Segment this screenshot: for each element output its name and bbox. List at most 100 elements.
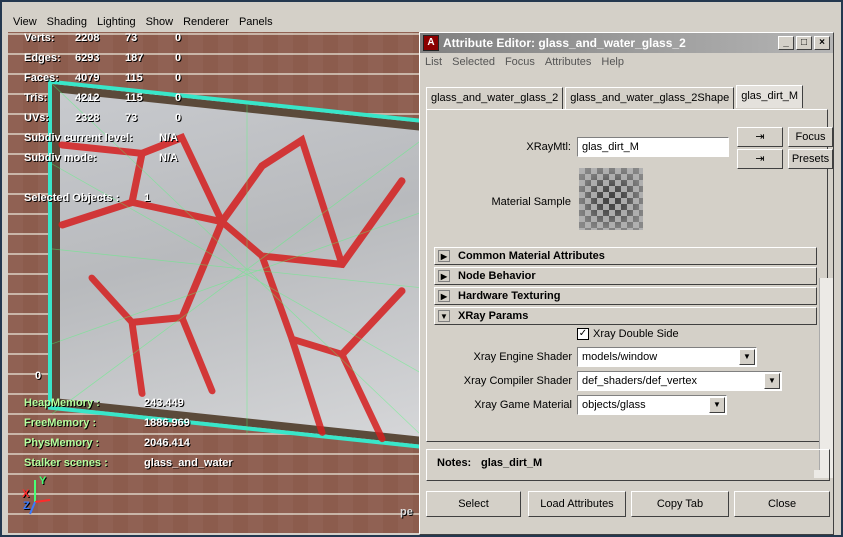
section-label: Node Behavior: [458, 270, 536, 282]
chevron-down-icon: ▼: [709, 397, 725, 413]
3d-viewport[interactable]: Verts: 2208 73 0 Edges: 6293 187 0 Faces…: [8, 32, 420, 533]
menu-help[interactable]: Help: [596, 56, 629, 68]
phys-memory-value: 2046.414: [144, 437, 190, 449]
notes-panel: Notes: glas_dirt_M: [426, 449, 830, 481]
maya-app-icon: A: [423, 35, 439, 51]
presets-button[interactable]: Presets: [788, 149, 833, 169]
stat-value: 187: [125, 52, 144, 64]
stat-label: UVs:: [24, 112, 50, 124]
close-icon[interactable]: ×: [814, 36, 830, 50]
material-panel: XRayMtl: ⇥ ⇥ Focus Presets Material Samp…: [426, 109, 833, 478]
xray-mtl-label: XRayMtl:: [526, 141, 571, 153]
stat-value: 4212: [75, 92, 100, 104]
chevron-down-icon: ▼: [764, 373, 780, 389]
viewport-menubar: View Shading Lighting Show Renderer Pane…: [8, 12, 836, 32]
stat-label: Verts:: [24, 32, 55, 44]
menu-view[interactable]: View: [8, 16, 42, 28]
attribute-editor-window: A Attribute Editor: glass_and_water_glas…: [419, 32, 834, 535]
close-button[interactable]: Close: [734, 491, 830, 517]
engine-shader-value: models/window: [582, 351, 658, 363]
heap-memory-value: 243.449: [144, 397, 184, 409]
menu-show[interactable]: Show: [141, 16, 179, 28]
tab-glas-dirt-m[interactable]: glas_dirt_M: [736, 85, 804, 108]
selected-objects-value: 1: [144, 192, 151, 204]
window-title: Attribute Editor: glass_and_water_glass_…: [443, 36, 686, 50]
section-hardware-texturing[interactable]: ▶ Hardware Texturing: [434, 287, 817, 305]
stat-value: 0: [175, 112, 182, 124]
stat-value: 6293: [75, 52, 100, 64]
section-node-behavior[interactable]: ▶ Node Behavior: [434, 267, 817, 285]
viewport-zero-marker: 0: [35, 370, 42, 382]
selected-objects-label: Selected Objects :: [24, 192, 120, 204]
subdiv-current-label: Subdiv current level:: [24, 132, 133, 144]
game-material-value: objects/glass: [582, 399, 646, 411]
menu-lighting[interactable]: Lighting: [92, 16, 141, 28]
menu-list[interactable]: List: [420, 56, 447, 68]
output-connection-icon[interactable]: ⇥: [737, 149, 783, 169]
input-connection-icon[interactable]: ⇥: [737, 127, 783, 147]
attribute-editor-titlebar[interactable]: A Attribute Editor: glass_and_water_glas…: [420, 33, 833, 53]
tab-glass-shape[interactable]: glass_and_water_glass_2Shape: [565, 87, 735, 109]
bottom-buttons: Select Load Attributes Copy Tab Close: [426, 491, 830, 521]
section-common-material-attributes[interactable]: ▶ Common Material Attributes: [434, 247, 817, 265]
menu-selected[interactable]: Selected: [447, 56, 500, 68]
stat-label: Edges:: [24, 52, 61, 64]
axis-y-label: Y: [39, 475, 47, 487]
stat-value: 4079: [75, 72, 100, 84]
select-button[interactable]: Select: [426, 491, 521, 517]
stat-value: 73: [125, 112, 138, 124]
heap-memory-label: HeapMemory :: [24, 397, 100, 409]
node-tabs: glass_and_water_glass_2 glass_and_water_…: [426, 85, 805, 109]
menu-attributes[interactable]: Attributes: [540, 56, 596, 68]
notes-label: Notes:: [437, 457, 472, 469]
compiler-shader-label: Xray Compiler Shader: [463, 375, 572, 387]
minimize-icon[interactable]: _: [778, 36, 794, 50]
copy-tab-button[interactable]: Copy Tab: [631, 491, 729, 517]
expand-arrow-icon: ▶: [438, 250, 450, 262]
stat-value: 0: [175, 32, 182, 44]
stat-value: 2328: [75, 112, 100, 124]
free-memory-value: 1886.969: [144, 417, 190, 429]
xray-mtl-field[interactable]: [577, 137, 729, 157]
maya-application: View Shading Lighting Show Renderer Pane…: [0, 0, 843, 537]
attribute-editor-menu: List Selected Focus Attributes Help: [420, 53, 833, 71]
section-label: XRay Params: [458, 310, 529, 322]
game-material-dropdown[interactable]: objects/glass ▼: [577, 395, 727, 415]
stalker-scenes-label: Stalker scenes :: [24, 457, 108, 469]
subdiv-mode-label: Subdiv mode:: [24, 152, 97, 164]
stat-label: Tris:: [24, 92, 48, 104]
compiler-shader-dropdown[interactable]: def_shaders/def_vertex ▼: [577, 371, 782, 391]
collapse-arrow-icon: ▼: [438, 310, 450, 322]
expand-arrow-icon: ▶: [438, 270, 450, 282]
stat-value: 115: [125, 72, 143, 84]
axis-z-label: Z: [23, 500, 30, 512]
stat-value: 115: [125, 92, 143, 104]
focus-button[interactable]: Focus: [788, 127, 833, 147]
expand-arrow-icon: ▶: [438, 290, 450, 302]
section-xray-params[interactable]: ▼ XRay Params: [434, 307, 817, 325]
material-sample-swatch: [579, 168, 643, 230]
subdiv-current-value: N/A: [159, 132, 178, 144]
subdiv-mode-value: N/A: [159, 152, 178, 164]
engine-shader-label: Xray Engine Shader: [473, 351, 572, 363]
attribute-scrollbar[interactable]: [819, 278, 833, 478]
menu-focus[interactable]: Focus: [500, 56, 540, 68]
material-sample-label: Material Sample: [491, 196, 571, 208]
compiler-shader-value: def_shaders/def_vertex: [582, 375, 697, 387]
chevron-down-icon: ▼: [739, 349, 755, 365]
notes-scrollbar[interactable]: [814, 470, 826, 478]
menu-shading[interactable]: Shading: [42, 16, 92, 28]
menu-panels[interactable]: Panels: [234, 16, 278, 28]
engine-shader-dropdown[interactable]: models/window ▼: [577, 347, 757, 367]
game-material-label: Xray Game Material: [474, 399, 572, 411]
load-attributes-button[interactable]: Load Attributes: [528, 491, 626, 517]
window-buttons: _ □ ×: [778, 36, 833, 50]
maximize-icon[interactable]: □: [796, 36, 812, 50]
axis-gizmo: Y X Z: [20, 472, 56, 522]
xray-double-side-checkbox[interactable]: ✓: [577, 328, 589, 340]
menu-renderer[interactable]: Renderer: [178, 16, 234, 28]
stat-label: Faces:: [24, 72, 59, 84]
stat-value: 0: [175, 52, 182, 64]
notes-value: glas_dirt_M: [481, 457, 543, 469]
tab-glass-and-water-glass-2[interactable]: glass_and_water_glass_2: [426, 87, 564, 109]
